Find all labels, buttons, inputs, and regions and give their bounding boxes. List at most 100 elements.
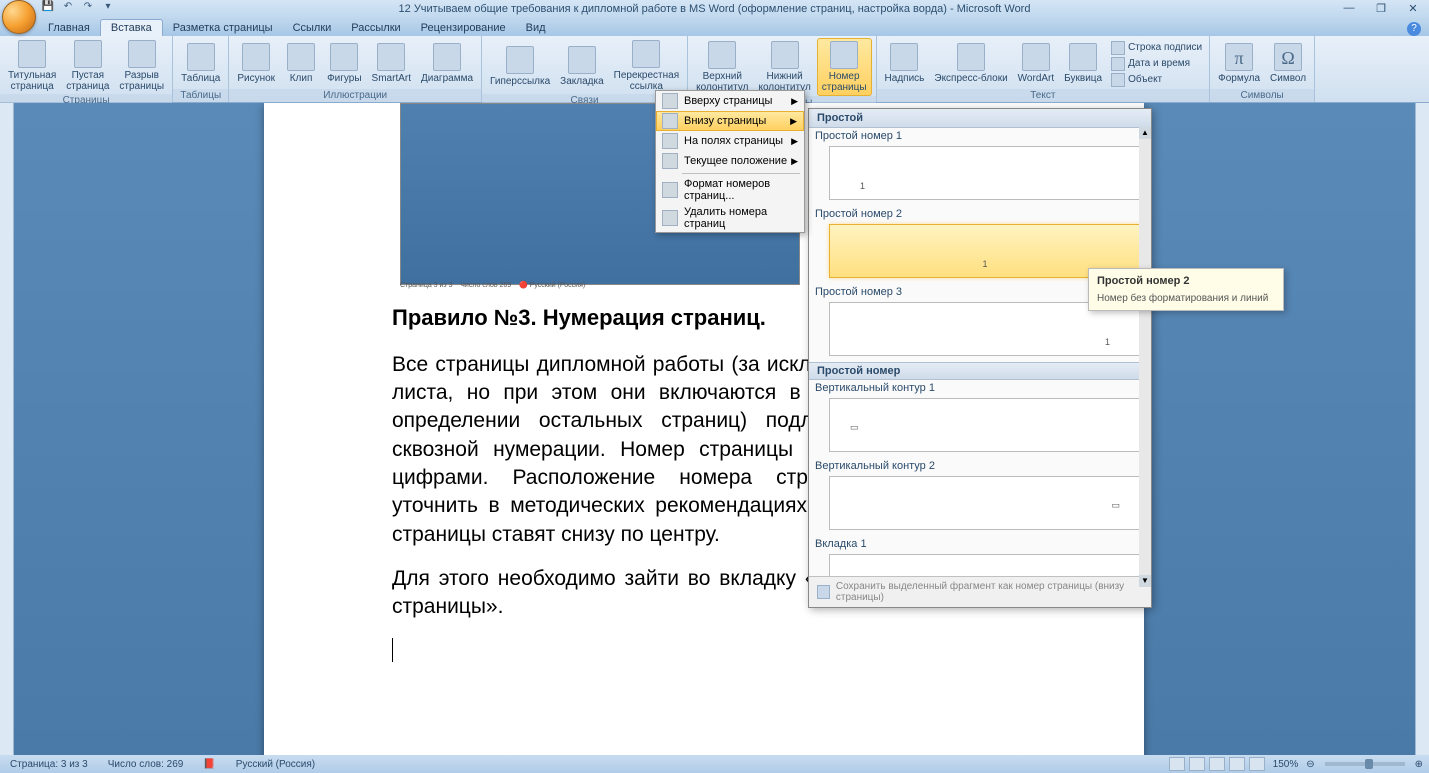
- left-ruler: [0, 103, 14, 755]
- tab-mailings[interactable]: Рассылки: [341, 20, 410, 36]
- zoom-level[interactable]: 150%: [1269, 759, 1303, 770]
- submenu-arrow-icon: ▶: [791, 156, 798, 167]
- tab-home[interactable]: Главная: [38, 20, 100, 36]
- page-number-button[interactable]: Номерстраницы: [817, 38, 872, 96]
- gallery-item-label-4: Вертикальный контур 1: [809, 380, 1151, 396]
- blank-page-button[interactable]: Пустаястраница: [62, 38, 113, 94]
- view-outline[interactable]: [1229, 757, 1245, 771]
- gallery-save-selection[interactable]: Сохранить выделенный фрагмент как номер …: [809, 576, 1151, 607]
- gallery-scrollbar[interactable]: ▲ ▼: [1139, 127, 1151, 587]
- gallery-section-simple-number: Простой номер: [809, 362, 1151, 380]
- qat-undo[interactable]: ↶: [60, 1, 76, 17]
- gallery-item-label-2: Простой номер 2: [809, 206, 1151, 222]
- gallery-item-label-1: Простой номер 1: [809, 128, 1151, 144]
- picture-button[interactable]: Рисунок: [233, 41, 279, 86]
- save-icon: [817, 585, 830, 599]
- menu-remove-page-numbers[interactable]: Удалить номера страниц: [656, 204, 804, 232]
- tooltip-title: Простой номер 2: [1097, 275, 1275, 287]
- submenu-arrow-icon: ▶: [791, 136, 798, 147]
- page-top-icon: [662, 93, 678, 109]
- status-language[interactable]: Русский (Россия): [232, 759, 319, 770]
- tab-references[interactable]: Ссылки: [283, 20, 342, 36]
- tab-page-layout[interactable]: Разметка страницы: [163, 20, 283, 36]
- view-full-screen[interactable]: [1189, 757, 1205, 771]
- format-icon: [662, 182, 678, 198]
- header-button[interactable]: Верхнийколонтитул: [692, 39, 752, 95]
- office-button[interactable]: [2, 0, 36, 34]
- menu-top-of-page[interactable]: Вверху страницы▶: [656, 91, 804, 111]
- zoom-out-button[interactable]: ⊖: [1306, 759, 1314, 770]
- page-number-dropdown: Вверху страницы▶ Внизу страницы▶ На поля…: [655, 90, 805, 233]
- window-title: 12 Учитываем общие требования к дипломно…: [399, 3, 1031, 15]
- minimize-button[interactable]: —: [1337, 2, 1361, 16]
- gallery-item-label-5: Вертикальный контур 2: [809, 458, 1151, 474]
- quickparts-button[interactable]: Экспресс-блоки: [930, 41, 1011, 86]
- current-position-icon: [662, 153, 678, 169]
- gallery-item-simple-1[interactable]: 1: [829, 146, 1141, 200]
- crossref-button[interactable]: Перекрестнаяссылка: [610, 38, 683, 94]
- qat-redo[interactable]: ↷: [80, 1, 96, 17]
- status-word-count[interactable]: Число слов: 269: [104, 759, 188, 770]
- hyperlink-button[interactable]: Гиперссылка: [486, 44, 554, 89]
- help-icon[interactable]: ?: [1407, 22, 1421, 36]
- qat-customize[interactable]: ▾: [100, 1, 116, 17]
- table-button[interactable]: Таблица: [177, 41, 224, 86]
- menu-current-position[interactable]: Текущее положение▶: [656, 151, 804, 171]
- object-button[interactable]: Объект: [1108, 72, 1205, 88]
- group-tables-label: Таблицы: [173, 89, 228, 102]
- textbox-button[interactable]: Надпись: [881, 41, 929, 86]
- gallery-section-simple: Простой: [809, 109, 1151, 128]
- tab-insert[interactable]: Вставка: [100, 19, 163, 36]
- group-text-label: Текст: [877, 89, 1210, 102]
- cover-page-button[interactable]: Титульнаястраница: [4, 38, 60, 94]
- qat-save[interactable]: 💾: [40, 1, 56, 17]
- gallery-item-vertical-2[interactable]: ▭: [829, 476, 1141, 530]
- tooltip-description: Номер без форматирования и линий: [1097, 293, 1275, 304]
- menu-bottom-of-page[interactable]: Внизу страницы▶: [656, 111, 804, 131]
- wordart-button[interactable]: WordArt: [1014, 41, 1059, 86]
- group-illustrations-label: Иллюстрации: [229, 89, 481, 102]
- submenu-arrow-icon: ▶: [790, 116, 797, 127]
- text-cursor: [392, 638, 393, 662]
- shapes-button[interactable]: Фигуры: [323, 41, 365, 86]
- zoom-thumb[interactable]: [1365, 759, 1373, 769]
- submenu-arrow-icon: ▶: [791, 96, 798, 107]
- equation-button[interactable]: πФормула: [1214, 41, 1264, 86]
- zoom-slider[interactable]: [1325, 762, 1405, 766]
- view-draft[interactable]: [1249, 757, 1265, 771]
- status-page[interactable]: Страница: 3 из 3: [6, 759, 92, 770]
- tab-view[interactable]: Вид: [516, 20, 556, 36]
- scroll-down-icon[interactable]: ▼: [1139, 575, 1151, 587]
- symbol-button[interactable]: ΩСимвол: [1266, 41, 1310, 86]
- page-bottom-icon: [662, 113, 678, 129]
- menu-page-margins[interactable]: На полях страницы▶: [656, 131, 804, 151]
- page-break-button[interactable]: Разрывстраницы: [115, 38, 168, 94]
- status-proofing-icon[interactable]: 📕: [199, 759, 219, 770]
- scroll-up-icon[interactable]: ▲: [1139, 127, 1151, 139]
- smartart-button[interactable]: SmartArt: [368, 41, 415, 86]
- page-number-gallery: Простой Простой номер 1 1 Простой номер …: [808, 108, 1152, 608]
- close-button[interactable]: ✕: [1401, 2, 1425, 16]
- chart-button[interactable]: Диаграмма: [417, 41, 477, 86]
- gallery-item-vertical-1[interactable]: ▭: [829, 398, 1141, 452]
- maximize-button[interactable]: ❐: [1369, 2, 1393, 16]
- zoom-in-button[interactable]: ⊕: [1415, 759, 1423, 770]
- tab-review[interactable]: Рецензирование: [411, 20, 516, 36]
- group-symbols-label: Символы: [1210, 89, 1314, 102]
- menu-separator: [682, 173, 800, 174]
- dropcap-button[interactable]: Буквица: [1060, 41, 1106, 86]
- gallery-item-label-6: Вкладка 1: [809, 536, 1151, 552]
- view-web-layout[interactable]: [1209, 757, 1225, 771]
- bookmark-button[interactable]: Закладка: [556, 44, 607, 89]
- embedded-caption: Страница 3 из 3 Число слов 269 🔴 Русский…: [400, 281, 585, 289]
- clip-button[interactable]: Клип: [281, 41, 321, 86]
- remove-icon: [662, 210, 678, 226]
- view-print-layout[interactable]: [1169, 757, 1185, 771]
- status-bar: Страница: 3 из 3 Число слов: 269 📕 Русск…: [0, 755, 1429, 773]
- signature-line-button[interactable]: Строка подписи: [1108, 40, 1205, 56]
- vertical-scrollbar[interactable]: [1415, 103, 1429, 755]
- footer-button[interactable]: Нижнийколонтитул: [754, 39, 814, 95]
- menu-format-page-numbers[interactable]: Формат номеров страниц...: [656, 176, 804, 204]
- page-margins-icon: [662, 133, 678, 149]
- datetime-button[interactable]: Дата и время: [1108, 56, 1205, 72]
